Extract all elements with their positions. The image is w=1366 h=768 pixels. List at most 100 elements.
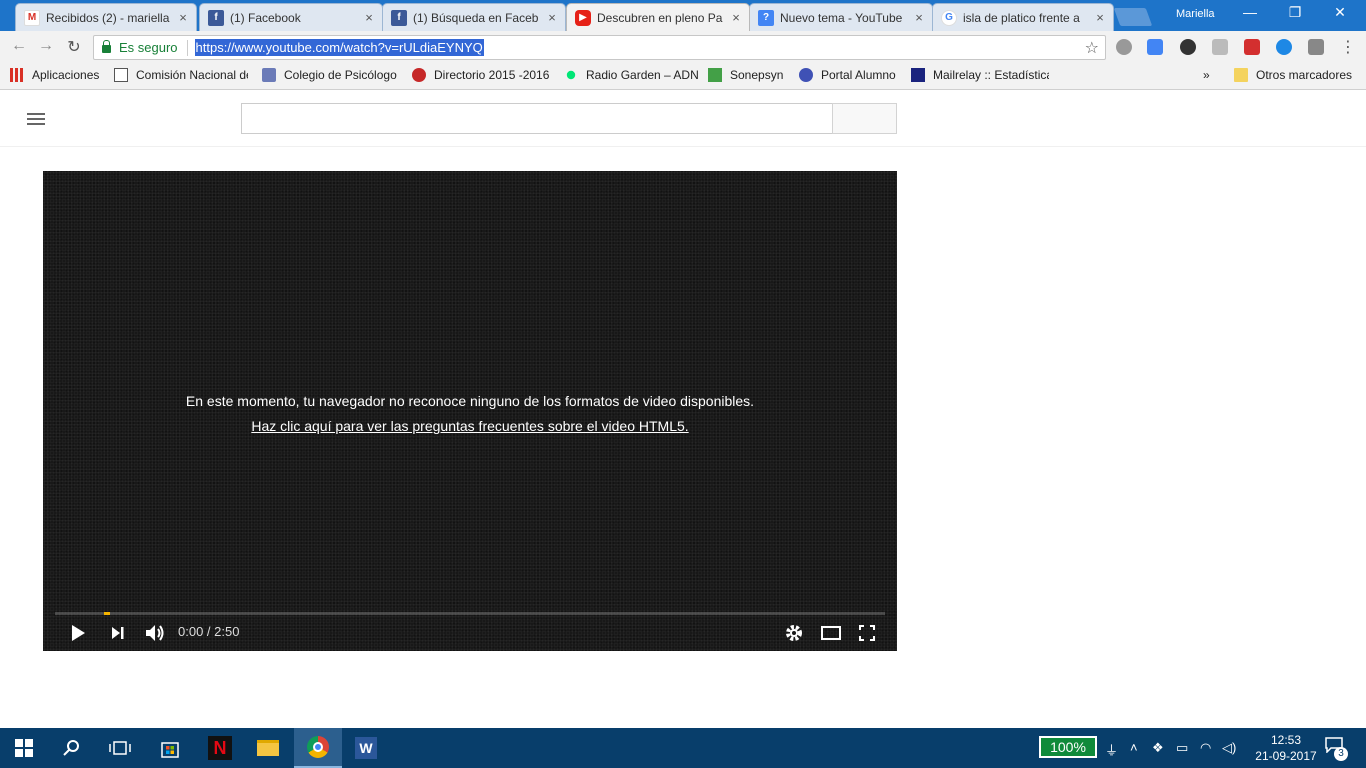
chrome-menu-icon[interactable]: ⋮ [1338,37,1358,57]
security-label: Es seguro [119,40,178,55]
volume-tray-icon[interactable]: ◁) [1222,740,1236,756]
battery-indicator[interactable]: 100% [1039,736,1097,758]
pdf-extension-icon[interactable] [1212,39,1228,55]
power-plug-icon[interactable]: ⏚ [1105,740,1118,759]
tab-title: Nuevo tema - YouTube [780,10,903,25]
extension-icon[interactable] [1180,39,1196,55]
youtube-header [0,91,1366,147]
browser-toolbar: ← → ↻ Es seguro https://www.youtube.com/… [0,31,1366,63]
battery-tray-icon[interactable]: ▭ [1176,740,1188,756]
notification-count-badge: 3 [1334,747,1348,761]
url-text[interactable]: https://www.youtube.com/watch?v=rULdiaEY… [194,39,484,56]
cloud-extension-icon[interactable] [1276,39,1292,55]
bookmark-label: Portal Alumno [821,68,896,82]
youtube-icon: ▶ [575,9,591,26]
bookmark-radio-garden[interactable]: Radio Garden – ADN [564,68,698,82]
chrome-taskbar-icon[interactable] [294,728,342,768]
new-tab-button[interactable] [1113,8,1153,26]
bookmark-label: Directorio 2015 -2016 [434,68,550,82]
wifi-icon[interactable]: ◠ [1200,740,1211,756]
tab-close-icon[interactable]: × [729,10,743,25]
store-icon[interactable] [146,728,194,768]
reload-icon[interactable]: ↻ [64,37,84,57]
folder-icon [1234,68,1248,82]
bookmark-directorio[interactable]: Directorio 2015 -2016 [412,68,550,82]
bookmark-other[interactable]: Otros marcadores [1234,68,1359,82]
bookmark-star-icon[interactable]: ☆ [1085,38,1099,58]
bookmarks-overflow-icon[interactable]: » [1203,68,1210,82]
google-translate-icon[interactable] [1147,39,1163,55]
netflix-icon[interactable]: N [196,728,244,768]
youtube-help-icon: ? [758,9,774,26]
search-input[interactable] [241,103,833,134]
start-button[interactable] [0,728,48,768]
html5-faq-link[interactable]: Haz clic aquí para ver las preguntas fre… [43,414,897,439]
bookmark-label: Aplicaciones [32,68,100,82]
volume-icon[interactable] [144,623,166,643]
tab-gmail[interactable]: M Recibidos (2) - mariella × [15,3,197,31]
red-seal-icon [412,68,426,82]
clock-date: 21-09-2017 [1255,749,1317,763]
menu-icon[interactable] [27,113,45,125]
facebook-icon: f [391,9,407,26]
progress-bar[interactable] [55,612,885,615]
search-button[interactable] [832,103,897,134]
google-icon: G [941,9,957,26]
tab-strip: M Recibidos (2) - mariella × f (1) Faceb… [0,0,1366,31]
fullscreen-icon[interactable] [856,623,878,643]
close-window-icon[interactable]: ✕ [1320,4,1360,21]
tab-title: Descubren en pleno Pa [597,10,723,25]
settings-gear-icon[interactable] [784,623,804,643]
back-icon[interactable]: ← [9,37,29,55]
lock-icon [102,40,111,53]
tab-close-icon[interactable]: × [362,10,376,25]
tab-facebook[interactable]: f (1) Facebook × [199,3,383,31]
task-view-icon[interactable] [96,728,144,768]
chevron-up-icon[interactable]: ˄ [1130,740,1138,755]
green-dot-icon [566,70,576,80]
facebook-icon: f [208,9,224,26]
word-icon[interactable]: W [342,728,390,768]
gmail-icon: M [24,9,40,26]
bookmark-label: Colegio de Psicólogo [284,68,397,82]
restore-icon[interactable]: ❐ [1275,4,1315,21]
bookmark-mailrelay[interactable]: Mailrelay :: Estadística [911,68,1049,82]
search-icon[interactable] [48,728,96,768]
error-message: En este momento, tu navegador no reconoc… [185,393,755,409]
tab-youtube-video[interactable]: ▶ Descubren en pleno Pa × [566,3,750,31]
tab-close-icon[interactable]: × [545,10,559,25]
windows-taskbar: N W 100% ⏚ ˄ ❖ ▭ ◠ ◁) 12:53 21-09-2017 3 [0,728,1366,768]
theater-mode-icon[interactable] [819,623,843,643]
dropbox-icon[interactable]: ❖ [1152,740,1164,756]
playback-error: En este momento, tu navegador no reconoc… [43,389,897,439]
bookmark-portal-alumno[interactable]: Portal Alumno [799,68,903,82]
apps-grid-icon [10,68,24,82]
bookmark-sonepsyn[interactable]: Sonepsyn [708,68,788,82]
bookmark-label: Otros marcadores [1256,68,1353,82]
tab-close-icon[interactable]: × [176,10,190,25]
tab-title: Recibidos (2) - mariella [46,10,170,25]
tab-google-search[interactable]: G isla de platico frente a × [932,3,1114,31]
adblock-plus-icon[interactable] [1116,39,1132,55]
clock-time: 12:53 [1270,733,1302,747]
profile-name[interactable]: Mariella [1176,8,1215,20]
forward-icon[interactable]: → [36,37,56,55]
tab-youtube-help[interactable]: ? Nuevo tema - YouTube × [749,3,933,31]
address-bar[interactable]: Es seguro https://www.youtube.com/watch?… [93,35,1106,60]
video-player[interactable]: En este momento, tu navegador no reconoc… [43,171,897,651]
extension-grid-icon[interactable] [1308,39,1324,55]
bookmark-comision[interactable]: Comisión Nacional de [114,68,248,82]
flash-extension-icon[interactable] [1244,39,1260,55]
system-clock[interactable]: 12:53 21-09-2017 [1255,732,1317,764]
tab-close-icon[interactable]: × [1093,10,1107,25]
next-icon[interactable] [109,623,127,643]
bookmark-apps[interactable]: Aplicaciones [10,68,110,82]
blue-circle-icon [799,68,813,82]
tab-facebook-search[interactable]: f (1) Búsqueda en Faceb × [382,3,566,31]
tab-close-icon[interactable]: × [912,10,926,25]
tab-title: (1) Búsqueda en Faceb [413,10,539,25]
minimize-icon[interactable]: — [1230,4,1270,20]
play-icon[interactable] [69,623,87,643]
file-explorer-icon[interactable] [244,728,292,768]
bookmark-colegio[interactable]: Colegio de Psicólogo [262,68,398,82]
